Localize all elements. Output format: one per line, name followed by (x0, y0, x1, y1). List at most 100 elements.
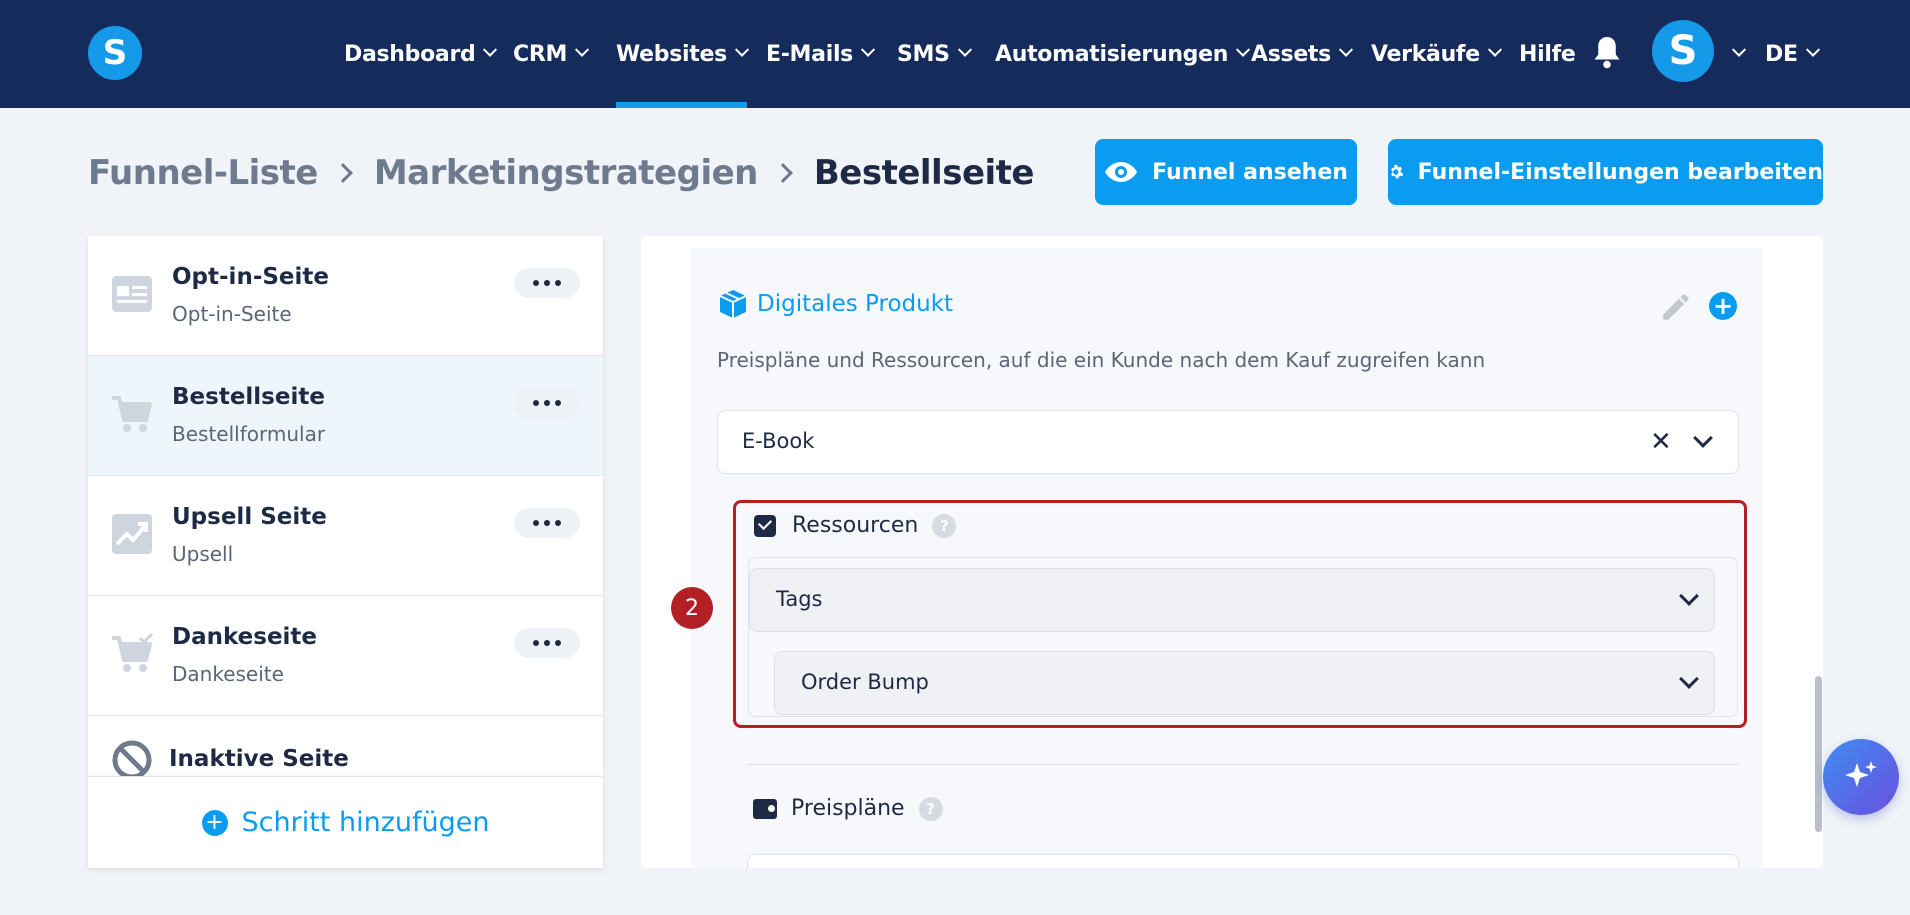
pencil-icon[interactable] (1659, 290, 1693, 324)
resources-header: Ressourcen ? (754, 513, 957, 538)
cart-check-icon (112, 632, 154, 672)
step-subtitle: Opt-in-Seite (172, 302, 292, 326)
nav-item-automations[interactable]: Automatisierungen (995, 0, 1251, 108)
ai-assistant-button[interactable] (1823, 739, 1899, 815)
nav-label: SMS (897, 41, 950, 67)
more-options-button[interactable] (514, 268, 580, 298)
chevron-down-icon[interactable] (1693, 428, 1713, 448)
more-options-button[interactable] (514, 508, 580, 538)
nav-label: Hilfe (1519, 41, 1576, 67)
avatar-menu-toggle[interactable] (1724, 0, 1747, 108)
view-funnel-button[interactable]: Funnel ansehen (1095, 139, 1357, 205)
chevron-down-icon (860, 42, 876, 57)
page-title: Bestellseite (813, 153, 1035, 193)
step-item-opt-in[interactable]: Opt-in-Seite Opt-in-Seite (88, 236, 603, 356)
order-bump-dropdown[interactable]: Order Bump (774, 651, 1715, 715)
language-label: DE (1765, 41, 1798, 67)
gear-icon (1391, 164, 1404, 179)
more-options-button[interactable] (514, 388, 580, 418)
chevron-down-icon (1487, 42, 1502, 57)
language-selector[interactable]: DE (1765, 0, 1820, 108)
price-plans-header: Preispläne ? (753, 796, 943, 821)
chevron-down-icon (1805, 42, 1820, 57)
resources-container: Tags Order Bump (748, 557, 1738, 717)
digital-product-title: Digitales Produkt (757, 291, 954, 317)
breadcrumb-marketing[interactable]: Marketingstrategien (374, 153, 759, 193)
form-page-icon (112, 276, 152, 312)
nav-item-emails[interactable]: E-Mails (766, 0, 876, 108)
tags-label: Tags (776, 587, 823, 611)
chevron-down-icon (1236, 42, 1251, 57)
nav-item-sales[interactable]: Verkäufe (1371, 0, 1502, 108)
chevron-right-icon (772, 163, 793, 183)
trending-up-icon (112, 514, 152, 554)
sparkle-icon (1845, 761, 1877, 787)
edit-funnel-settings-button[interactable]: Funnel-Einstellungen bearbeiten (1388, 139, 1823, 205)
section-title: Digitales Produkt (717, 288, 953, 320)
step-number-badge: 2 (671, 587, 713, 629)
nav-item-websites[interactable]: Websites (616, 0, 749, 108)
step-title: Inaktive Seite (169, 746, 349, 772)
wallet-icon (753, 798, 777, 819)
divider (747, 764, 1739, 765)
chevron-down-icon (1679, 586, 1699, 606)
view-funnel-label: Funnel ansehen (1152, 159, 1348, 185)
order-bump-label: Order Bump (801, 670, 929, 694)
product-select[interactable]: E-Book ✕ (717, 410, 1739, 474)
scrollbar-thumb[interactable] (1815, 676, 1822, 832)
add-step-button[interactable]: + Schritt hinzufügen (88, 776, 603, 868)
product-settings-panel: Digitales Produkt + Preispläne und Resso… (641, 236, 1823, 868)
step-item-upsell[interactable]: Upsell Seite Upsell (88, 476, 603, 596)
help-icon[interactable]: ? (932, 513, 957, 538)
chevron-down-icon (957, 42, 972, 57)
digital-product-card: Digitales Produkt + Preispläne und Resso… (691, 248, 1763, 868)
funnel-steps-panel: Opt-in-Seite Opt-in-Seite Bestellseite B… (88, 236, 603, 868)
plus-circle-icon: + (201, 809, 228, 836)
step-title: Bestellseite (172, 384, 325, 410)
checklist-icon (754, 514, 776, 537)
nav-label: Websites (616, 41, 727, 67)
eye-icon (1105, 162, 1138, 182)
resources-title: Ressourcen (792, 513, 919, 538)
section-description: Preispläne und Ressourcen, auf die ein K… (717, 348, 1486, 372)
nav-label: Assets (1251, 41, 1331, 67)
more-options-button[interactable] (514, 628, 580, 658)
step-item-order[interactable]: Bestellseite Bestellformular (88, 356, 603, 476)
nav-label: Verkäufe (1371, 41, 1480, 67)
bell-icon[interactable] (1592, 34, 1622, 70)
nav-item-help[interactable]: Hilfe (1519, 0, 1576, 108)
nav-label: Automatisierungen (995, 41, 1229, 67)
chevron-down-icon (483, 42, 498, 57)
cart-icon (112, 396, 152, 432)
user-avatar[interactable]: S (1652, 20, 1714, 82)
step-title: Dankeseite (172, 624, 318, 650)
step-subtitle: Dankeseite (172, 662, 284, 686)
nav-item-sms[interactable]: SMS (897, 0, 972, 108)
step-subtitle: Bestellformular (172, 422, 326, 446)
app-logo[interactable]: S (88, 26, 142, 80)
nav-label: CRM (513, 41, 568, 67)
resources-highlight-box: Ressourcen ? Tags Order Bump (733, 500, 1747, 728)
tags-dropdown[interactable]: Tags (749, 568, 1715, 632)
chevron-down-icon (1731, 42, 1747, 57)
nav-label: Dashboard (344, 41, 476, 67)
chevron-right-icon (332, 163, 353, 183)
breadcrumb: Funnel-Liste Marketingstrategien Bestell… (88, 148, 1034, 198)
nav-item-crm[interactable]: CRM (513, 0, 590, 108)
nav-item-dashboard[interactable]: Dashboard (344, 0, 498, 108)
chevron-down-icon (575, 42, 590, 57)
breadcrumb-funnel-list[interactable]: Funnel-Liste (88, 153, 318, 193)
chevron-down-icon (734, 42, 749, 57)
product-select-value: E-Book (742, 429, 815, 453)
clear-icon[interactable]: ✕ (1650, 429, 1672, 455)
add-circle-icon[interactable]: + (1709, 292, 1737, 320)
step-title: Upsell Seite (172, 504, 327, 530)
nav-item-assets[interactable]: Assets (1251, 0, 1354, 108)
edit-settings-label: Funnel-Einstellungen bearbeiten (1417, 159, 1823, 185)
help-icon[interactable]: ? (918, 796, 943, 821)
add-step-label: Schritt hinzufügen (241, 807, 490, 838)
price-plans-select[interactable] (747, 854, 1739, 868)
price-plans-title: Preispläne (791, 796, 905, 821)
step-item-thank-you[interactable]: Dankeseite Dankeseite (88, 596, 603, 716)
step-title: Opt-in-Seite (172, 264, 330, 290)
